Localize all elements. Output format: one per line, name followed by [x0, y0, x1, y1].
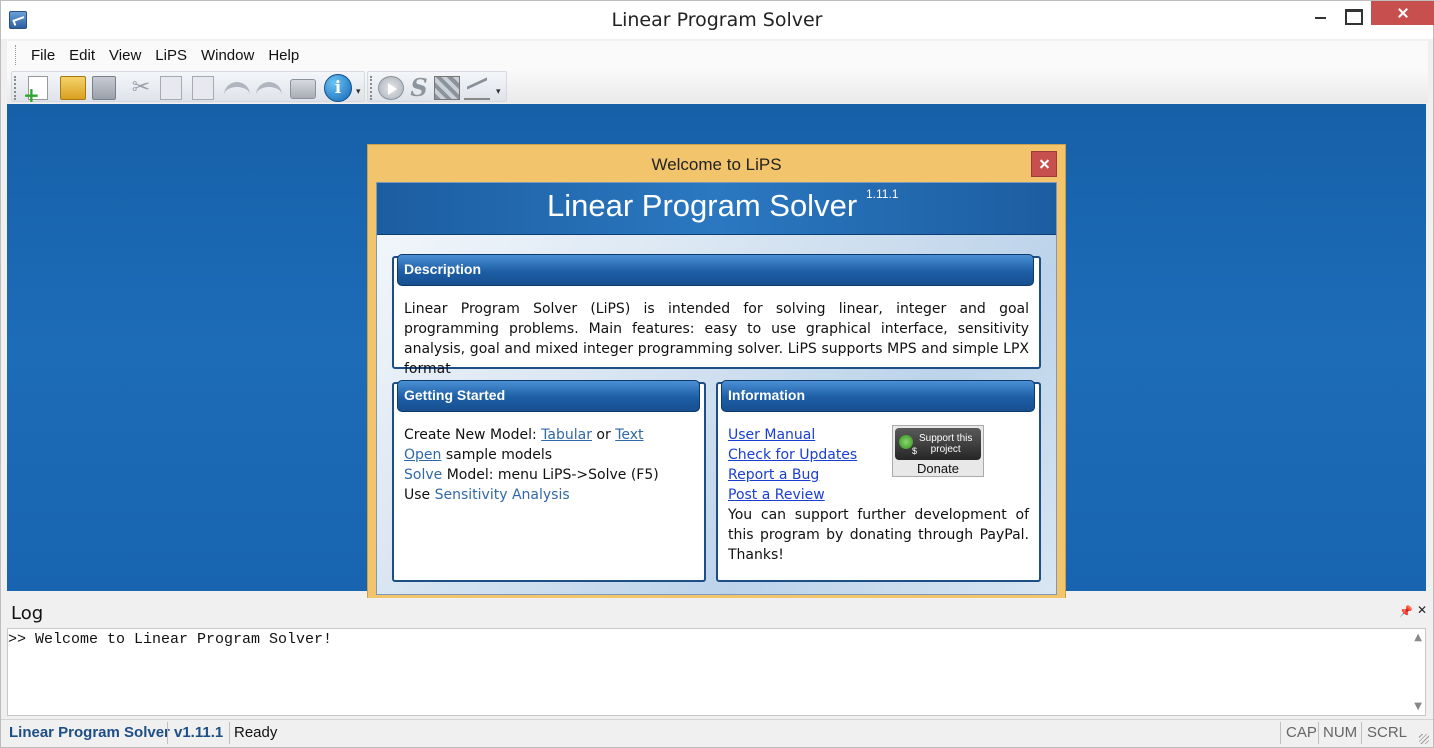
window-title: Linear Program Solver — [611, 9, 823, 31]
cut-icon[interactable]: ✂ — [128, 76, 154, 100]
menu-view[interactable]: View — [102, 47, 148, 64]
scroll-lock-indicator: SCRL — [1367, 724, 1408, 741]
getting-started-text: Create New Model: Tabular or Text Open s… — [404, 425, 699, 505]
sensitivity-line: Use Sensitivity Analysis — [404, 485, 699, 505]
status-divider — [167, 722, 168, 744]
tabular-link[interactable]: Tabular — [541, 427, 592, 443]
banner-title: Linear Program Solver — [547, 188, 858, 223]
redo-icon[interactable] — [256, 82, 282, 96]
paste-icon[interactable] — [192, 76, 214, 100]
toolbar-overflow-icon[interactable]: ▾ — [496, 87, 501, 97]
welcome-banner: Linear Program Solver 1.11.1 — [377, 183, 1056, 235]
toolbar-group-standard: ✂ i ▾ — [11, 71, 365, 105]
or-label: or — [591, 427, 616, 443]
description-panel: Description Linear Program Solver (LiPS)… — [392, 254, 1041, 377]
status-text: Ready — [234, 724, 278, 741]
log-title: Log — [11, 603, 44, 624]
support-badge-line1: Support this — [919, 433, 973, 444]
scroll-down-icon[interactable]: ▼ — [1414, 701, 1422, 712]
print-icon[interactable] — [290, 79, 316, 99]
description-heading: Description — [397, 254, 1034, 286]
undo-icon[interactable] — [224, 82, 250, 96]
log-output[interactable]: >> Welcome to Linear Program Solver! ▲ ▼ — [7, 628, 1426, 716]
log-close-icon[interactable]: ✕ — [1417, 603, 1427, 617]
maximize-button[interactable] — [1331, 1, 1375, 31]
open-samples-line: Open sample models — [404, 445, 699, 465]
sample-models-label: sample models — [441, 447, 553, 463]
getting-started-heading: Getting Started — [397, 380, 700, 412]
pin-icon[interactable]: 📌 — [1399, 605, 1413, 618]
status-divider — [1280, 722, 1281, 744]
create-model-label: Create New Model: — [404, 427, 542, 443]
new-model-icon[interactable] — [23, 76, 48, 105]
open-link[interactable]: Open — [404, 447, 441, 463]
dialog-body: Linear Program Solver 1.11.1 Description… — [376, 182, 1057, 595]
status-divider — [229, 722, 230, 744]
open-icon[interactable] — [60, 76, 86, 100]
gear-icon — [899, 435, 913, 449]
post-review-link[interactable]: Post a Review — [728, 485, 888, 505]
check-updates-link[interactable]: Check for Updates — [728, 445, 888, 465]
toolbar-group-solver: S ▾ — [367, 71, 507, 102]
getting-started-panel: Getting Started Create New Model: Tabula… — [392, 380, 706, 582]
user-manual-link[interactable]: User Manual — [728, 425, 888, 445]
support-project-badge: $ Support this project — [895, 428, 981, 460]
menu-bar: File Edit View LiPS Window Help — [7, 41, 1428, 69]
status-app-name: Linear Program Solver — [9, 724, 170, 741]
zoom-icon[interactable] — [434, 76, 460, 100]
dialog-title: Welcome to LiPS — [651, 155, 782, 174]
close-button[interactable] — [1371, 1, 1434, 25]
menu-grip[interactable] — [15, 45, 18, 65]
toolbar-overflow-icon[interactable]: ▾ — [356, 87, 361, 97]
menu-window[interactable]: Window — [194, 47, 261, 64]
dialog-close-button[interactable] — [1031, 151, 1057, 177]
solve-hint-label: Model: menu LiPS->Solve (F5) — [442, 467, 659, 483]
menu-lips[interactable]: LiPS — [148, 47, 194, 64]
text-link[interactable]: Text — [615, 427, 643, 443]
menu-file[interactable]: File — [24, 47, 62, 64]
menu-help[interactable]: Help — [261, 47, 306, 64]
banner-version: 1.11.1 — [866, 187, 899, 201]
status-divider — [1361, 722, 1362, 744]
graph-icon[interactable] — [464, 76, 490, 100]
information-panel: Information User Manual Check for Update… — [716, 380, 1041, 582]
information-heading: Information — [721, 380, 1035, 412]
create-model-line: Create New Model: Tabular or Text — [404, 425, 699, 445]
information-links: User Manual Check for Updates Report a B… — [728, 425, 888, 505]
num-lock-indicator: NUM — [1323, 724, 1358, 741]
toolbar-grip[interactable] — [14, 76, 17, 100]
resize-grip[interactable] — [1419, 734, 1429, 744]
sensitivity-analysis-link[interactable]: Sensitivity Analysis — [435, 487, 570, 503]
support-badge-text: Support this project — [919, 433, 972, 455]
solve-link[interactable]: Solve — [404, 467, 442, 483]
solve-line: Solve Model: menu LiPS->Solve (F5) — [404, 465, 699, 485]
status-bar: Linear Program Solver v1.11.1 Ready CAP … — [1, 719, 1433, 747]
main-window: Linear Program Solver File Edit View LiP… — [0, 0, 1434, 748]
info-icon[interactable]: i — [324, 74, 352, 102]
status-version: v1.11.1 — [174, 724, 224, 741]
support-badge-line2: project — [930, 444, 961, 455]
save-icon[interactable] — [92, 76, 116, 100]
use-label: Use — [404, 487, 435, 503]
solve-icon[interactable]: S — [406, 76, 432, 100]
support-text: You can support further development of t… — [728, 507, 1029, 563]
title-bar[interactable]: Linear Program Solver — [1, 1, 1434, 39]
status-divider — [1318, 722, 1319, 744]
toolbar: ✂ i ▾ S ▾ — [7, 69, 1428, 105]
log-header: Log 📌 ✕ — [7, 598, 1427, 628]
donate-button[interactable]: $ Support this project Donate — [892, 425, 984, 477]
caps-lock-indicator: CAP — [1286, 724, 1317, 741]
toolbar-grip[interactable] — [370, 76, 373, 100]
copy-icon[interactable] — [160, 76, 182, 100]
description-text: Linear Program Solver (LiPS) is intended… — [404, 301, 1029, 377]
run-icon[interactable] — [378, 76, 404, 100]
scroll-up-icon[interactable]: ▲ — [1414, 632, 1422, 643]
report-bug-link[interactable]: Report a Bug — [728, 465, 888, 485]
welcome-dialog: Welcome to LiPS Linear Program Solver 1.… — [367, 144, 1066, 605]
menu-edit[interactable]: Edit — [62, 47, 102, 64]
dollar-icon: $ — [912, 446, 918, 456]
donate-label: Donate — [917, 461, 959, 476]
log-line: >> Welcome to Linear Program Solver! — [8, 631, 333, 648]
